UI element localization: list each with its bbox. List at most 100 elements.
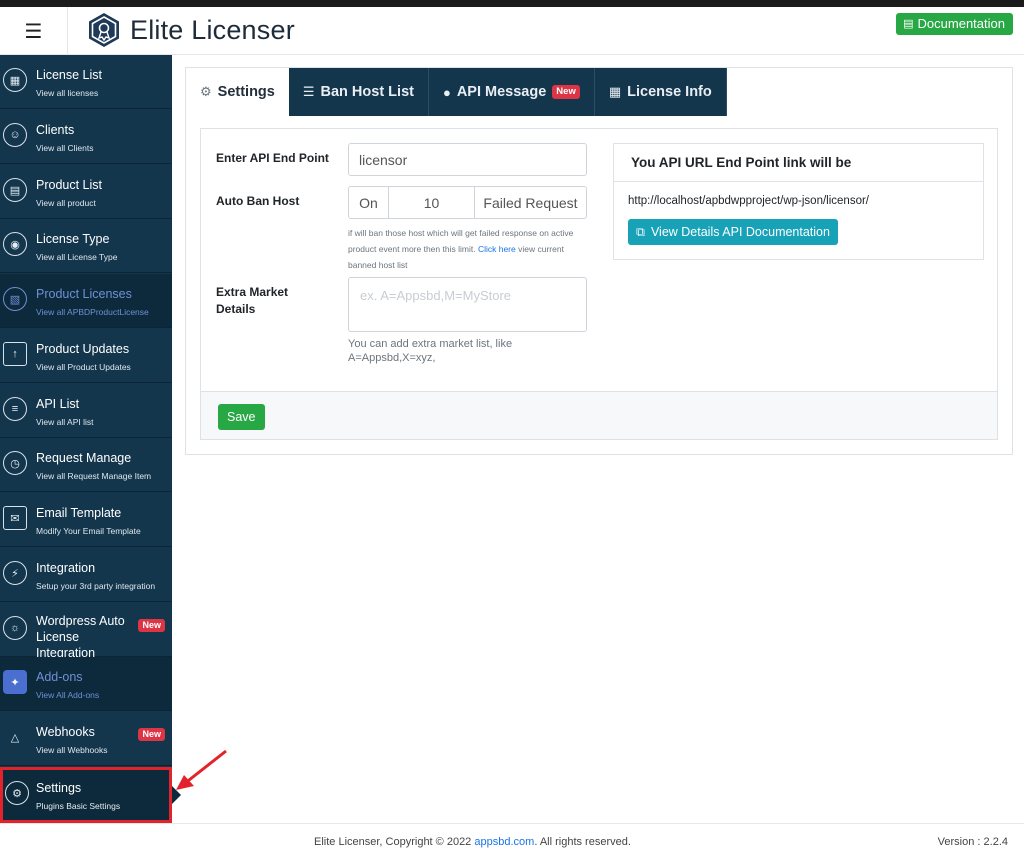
sidebar-item-title: License Type [36, 232, 110, 246]
sidebar-item-add-ons[interactable]: ✦ Add-ons View All Add-ons [0, 657, 172, 711]
clients-icon: ☺ [3, 123, 27, 147]
auto-ban-toggle[interactable]: On [348, 186, 389, 219]
auto-ban-help: if will ban those host which will get fa… [348, 225, 592, 273]
tab-label: Settings [217, 84, 275, 100]
version-label: Version : 2.2.4 [937, 836, 1008, 848]
list-icon: ☰ [302, 84, 315, 99]
license-icon: ▦ [608, 84, 622, 99]
sidebar-item-integration[interactable]: ⚡ Integration Setup your 3rd party integ… [0, 548, 172, 602]
sidebar-item-title: Settings [36, 781, 82, 795]
tab-bar: ⚙ Settings ☰ Ban Host List ● API Message… [186, 68, 727, 116]
copyright-suffix: . All rights reserved. [534, 836, 631, 848]
tab-label: Ban Host List [320, 84, 414, 100]
extra-market-help: You can add extra market list, like A=Ap… [348, 338, 513, 364]
product-icon: ▤ [3, 178, 27, 202]
sidebar-item-subtitle: View all API list [36, 417, 94, 427]
api-endpoint-label: Enter API End Point [216, 151, 329, 165]
top-header: ☰ Elite Licenser ▤ Documentation [0, 7, 1024, 55]
api-url-text: http://localhost/apbdwpproject/wp-json/l… [628, 195, 869, 207]
documentation-label: Documentation [917, 16, 1005, 31]
wordpress-icon: ☼ [3, 616, 27, 640]
sidebar-item-subtitle: Modify Your Email Template [36, 526, 141, 536]
auto-ban-count-input[interactable]: 10 [389, 186, 475, 219]
api-icon: ≡ [3, 397, 27, 421]
sidebar-item-subtitle: View all APBDProductLicense [36, 307, 149, 317]
save-button[interactable]: Save [218, 404, 265, 430]
license-icon: ▦ [3, 68, 27, 92]
sidebar-item-title: Product Updates [36, 342, 130, 356]
hamburger-icon[interactable]: ☰ [0, 7, 68, 55]
sidebar-item-title: Product List [36, 178, 103, 192]
puzzle-icon: ✦ [3, 670, 27, 694]
extra-market-textarea[interactable]: ex. A=Appsbd,M=MyStore [348, 277, 587, 332]
auto-ban-suffix: Failed Request [475, 186, 587, 219]
appsbd-link[interactable]: appsbd.com [474, 836, 534, 848]
auto-ban-input-group: On 10 Failed Request [348, 186, 587, 219]
sidebar-item-subtitle: Plugins Basic Settings [36, 801, 121, 811]
sidebar-item-subtitle: View all Webhooks [36, 745, 108, 755]
sidebar-item-subtitle: View all License Type [36, 252, 118, 262]
sidebar-item-title: API List [36, 397, 80, 411]
sidebar-item-title: Add-ons [36, 670, 83, 684]
sidebar-item-product-updates[interactable]: ↑ Product Updates View all Product Updat… [0, 329, 172, 383]
sidebar-item-subtitle: View All Add-ons [36, 690, 100, 700]
new-badge: New [552, 85, 580, 99]
sidebar-item-subtitle: View all product [36, 198, 96, 208]
new-badge: New [138, 619, 165, 632]
copyright-prefix: Elite Licenser, Copyright © 2022 [314, 836, 472, 848]
new-badge: New [138, 728, 165, 741]
page-footer: Elite Licenser, Copyright © 2022 appsbd.… [0, 823, 1024, 857]
tab-label: API Message [456, 84, 547, 100]
sidebar-item-product-licenses[interactable]: ▧ Product Licenses View all APBDProductL… [0, 274, 172, 328]
plug-icon: ⚡ [3, 561, 27, 585]
api-endpoint-info-box: You API URL End Point link will be http:… [613, 143, 984, 260]
sidebar-item-title: Wordpress Auto License Integration [36, 614, 125, 660]
view-api-docs-label: View Details API Documentation [650, 225, 830, 239]
hexagon-badge-logo [89, 13, 119, 47]
sidebar-item-api-list[interactable]: ≡ API List View all API list [0, 384, 172, 438]
sidebar-item-title: Clients [36, 123, 75, 137]
auto-ban-label: Auto Ban Host [216, 194, 300, 208]
upload-icon: ↑ [3, 342, 27, 366]
banned-host-link[interactable]: Click here [478, 244, 516, 254]
red-arrow-annotation [176, 749, 227, 790]
sidebar-item-title: Webhooks [36, 725, 95, 739]
chip-icon: ▧ [3, 287, 27, 311]
sidebar-item-subtitle: View all Clients [36, 143, 94, 153]
sidebar-item-license-type[interactable]: ◉ License Type View all License Type [0, 219, 172, 273]
api-endpoint-input[interactable]: licensor [348, 143, 587, 176]
book-icon: ▤ [903, 18, 914, 30]
sidebar-item-subtitle: View all Request Manage Item [36, 471, 152, 481]
sidebar-item-title: Product Licenses [36, 287, 132, 301]
sidebar-item-webhooks[interactable]: △ Webhooks View all Webhooks New [0, 712, 172, 766]
view-api-docs-button[interactable]: ⧉ View Details API Documentation [628, 219, 838, 245]
tab-api-message[interactable]: ● API Message New [428, 68, 595, 116]
sidebar-item-subtitle: View all Product Updates [36, 362, 131, 372]
tab-label: License Info [627, 84, 712, 100]
sidebar-item-title: Request Manage [36, 451, 132, 465]
webhook-icon: △ [10, 731, 20, 744]
sidebar-item-title: Integration [36, 561, 96, 575]
gear-icon: ⚙ [200, 84, 212, 99]
sidebar-item-settings[interactable]: ⚙ Settings Plugins Basic Settings [0, 767, 172, 823]
sidebar-item-email-template[interactable]: ✉ Email Template Modify Your Email Templ… [0, 493, 172, 547]
sidebar-item-subtitle: View all licenses [36, 88, 99, 98]
tab-license-info[interactable]: ▦ License Info [594, 68, 727, 116]
sidebar-item-clients[interactable]: ☺ Clients View all Clients [0, 110, 172, 164]
window-top-strip [0, 0, 1024, 7]
api-box-heading: You API URL End Point link will be [614, 144, 983, 182]
badge-icon: ◉ [3, 232, 27, 256]
sidebar-item-subtitle: Setup your 3rd party integration [36, 581, 156, 591]
sidebar-item-license-list[interactable]: ▦ License List View all licenses [0, 55, 172, 109]
form-footer: Save [201, 391, 997, 439]
tab-settings[interactable]: ⚙ Settings [186, 68, 289, 116]
sidebar-item-request-manage[interactable]: ◷ Request Manage View all Request Manage… [0, 438, 172, 492]
sidebar: ▦ License List View all licenses ☺ Clien… [0, 55, 172, 823]
tab-ban-host-list[interactable]: ☰ Ban Host List [288, 68, 429, 116]
copyright: Elite Licenser, Copyright © 2022 appsbd.… [314, 836, 631, 848]
sidebar-item-product-list[interactable]: ▤ Product List View all product [0, 165, 172, 219]
request-icon: ◷ [3, 451, 27, 475]
documentation-button[interactable]: ▤ Documentation [896, 13, 1013, 35]
sidebar-item-wordpress-auto-license[interactable]: ☼ Wordpress Auto License Integration New [0, 603, 172, 660]
settings-form-card: Enter API End Point licensor Auto Ban Ho… [200, 128, 998, 440]
